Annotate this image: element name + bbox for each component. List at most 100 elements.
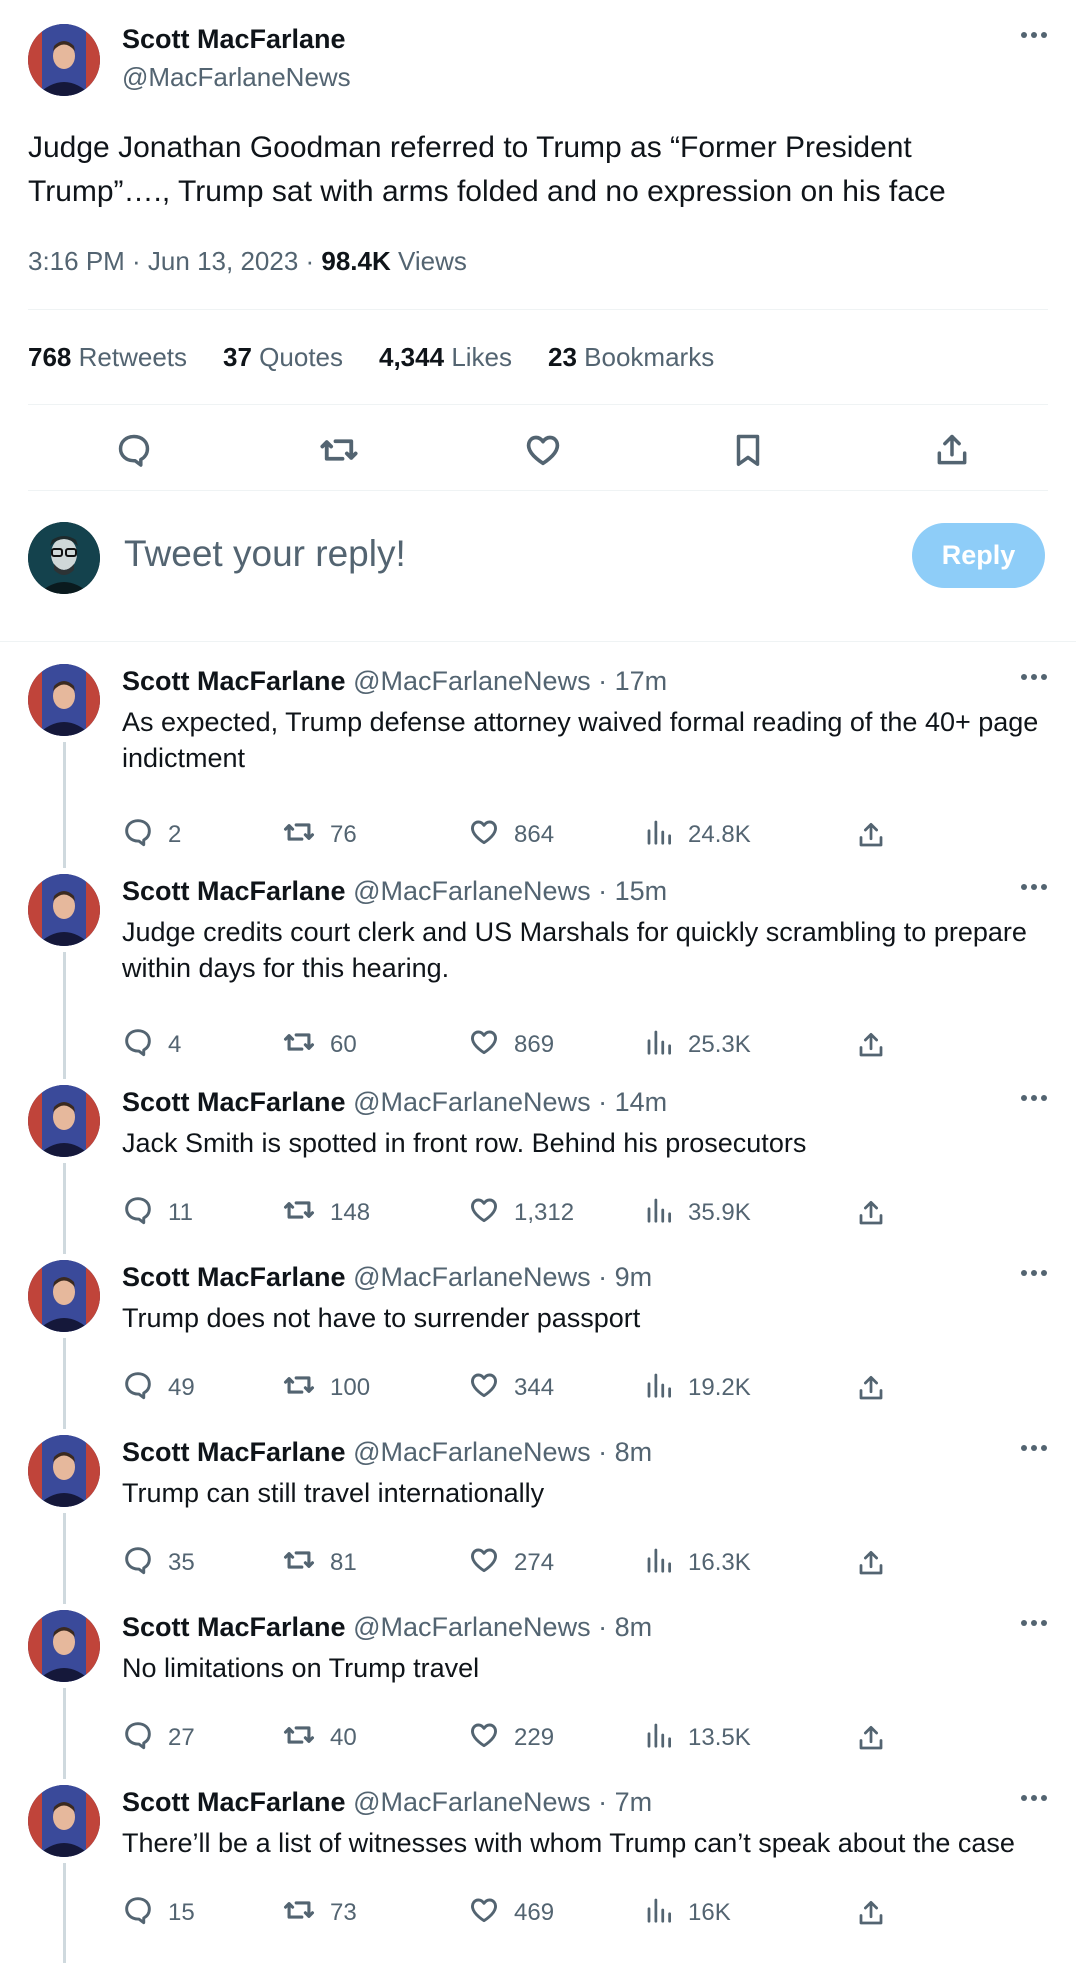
views-action[interactable]: 16.3K (644, 1545, 751, 1581)
retweet-icon[interactable] (282, 1893, 316, 1934)
more-icon[interactable] (1020, 1264, 1048, 1282)
retweet-icon[interactable] (282, 1368, 316, 1409)
retweet-icon[interactable] (282, 1193, 316, 1234)
thread-tweet[interactable]: Scott MacFarlane @MacFarlaneNews · 8m Tru… (0, 1435, 1076, 1609)
author-handle-time[interactable]: @MacFarlaneNews · 8m (353, 1612, 652, 1642)
retweet-action[interactable]: 148 (282, 1195, 370, 1231)
author-handle-time[interactable]: @MacFarlaneNews · 7m (353, 1787, 652, 1817)
retweet-icon[interactable] (315, 426, 363, 474)
more-icon[interactable] (1020, 1614, 1048, 1632)
author-avatar[interactable] (28, 874, 100, 946)
like-icon[interactable] (468, 1894, 500, 1933)
stat-likes[interactable]: 4,344 Likes (379, 342, 512, 373)
reply-action[interactable]: 35 (122, 1545, 195, 1581)
reply-action[interactable]: 2 (122, 817, 181, 853)
views-icon[interactable] (644, 1027, 674, 1064)
views-icon[interactable] (644, 1195, 674, 1232)
author-avatar[interactable] (28, 1260, 100, 1332)
thread-tweet[interactable]: Scott MacFarlane @MacFarlaneNews · 14m Ja… (0, 1085, 1076, 1259)
reply-icon[interactable] (122, 1194, 154, 1233)
like-action[interactable]: 469 (468, 1895, 554, 1931)
author-handle[interactable]: @MacFarlaneNews (122, 62, 351, 93)
like-action[interactable]: 864 (468, 817, 554, 853)
retweet-action[interactable]: 40 (282, 1720, 357, 1756)
more-icon[interactable] (1020, 1439, 1048, 1457)
author-name[interactable]: Scott MacFarlane (122, 666, 346, 696)
retweet-action[interactable]: 76 (282, 817, 357, 853)
views-icon[interactable] (644, 817, 674, 854)
author-avatar[interactable] (28, 664, 100, 736)
views-icon[interactable] (644, 1370, 674, 1407)
stat-retweets[interactable]: 768 Retweets (28, 342, 187, 373)
reply-action[interactable]: 4 (122, 1027, 181, 1063)
author-avatar[interactable] (28, 1435, 100, 1507)
like-action[interactable]: 869 (468, 1027, 554, 1063)
author-avatar[interactable] (28, 1610, 100, 1682)
more-icon[interactable] (1020, 26, 1048, 44)
views-action[interactable]: 19.2K (644, 1370, 751, 1406)
like-icon[interactable] (468, 1026, 500, 1065)
more-icon[interactable] (1020, 1089, 1048, 1107)
author-avatar[interactable] (28, 1085, 100, 1157)
stat-bookmarks[interactable]: 23 Bookmarks (548, 342, 714, 373)
retweet-action[interactable]: 60 (282, 1027, 357, 1063)
author-handle-time[interactable]: @MacFarlaneNews · 9m (353, 1262, 652, 1292)
like-icon[interactable] (468, 816, 500, 855)
like-action[interactable]: 229 (468, 1720, 554, 1756)
share-icon[interactable] (856, 1720, 886, 1756)
author-handle-time[interactable]: @MacFarlaneNews · 15m (353, 876, 667, 906)
reply-input[interactable]: Tweet your reply! (124, 533, 406, 575)
reply-button[interactable]: Reply (912, 523, 1045, 588)
views-icon[interactable] (644, 1545, 674, 1582)
reply-icon[interactable] (122, 1894, 154, 1933)
author-name[interactable]: Scott MacFarlane (122, 876, 346, 906)
author-name[interactable]: Scott MacFarlane (122, 1437, 346, 1467)
author-avatar[interactable] (28, 24, 100, 96)
thread-tweet[interactable]: Scott MacFarlane @MacFarlaneNews · 9m Tru… (0, 1260, 1076, 1434)
reply-action[interactable]: 27 (122, 1720, 195, 1756)
reply-icon[interactable] (122, 1719, 154, 1758)
reply-icon[interactable] (110, 426, 158, 474)
retweet-icon[interactable] (282, 1543, 316, 1584)
reply-action[interactable]: 49 (122, 1370, 195, 1406)
share-icon[interactable] (856, 1027, 886, 1063)
like-icon[interactable] (468, 1719, 500, 1758)
share-icon[interactable] (856, 817, 886, 853)
thread-tweet[interactable]: Scott MacFarlane @MacFarlaneNews · 15m Ju… (0, 874, 1076, 1058)
author-name[interactable]: Scott MacFarlane (122, 1787, 346, 1817)
like-icon[interactable] (468, 1194, 500, 1233)
share-icon[interactable] (856, 1195, 886, 1231)
like-action[interactable]: 274 (468, 1545, 554, 1581)
views-icon[interactable] (644, 1895, 674, 1932)
views-action[interactable]: 24.8K (644, 817, 751, 853)
retweet-action[interactable]: 81 (282, 1545, 357, 1581)
share-icon[interactable] (856, 1895, 886, 1931)
author-name[interactable]: Scott MacFarlane (122, 1262, 346, 1292)
thread-tweet[interactable]: Scott MacFarlane @MacFarlaneNews · 8m No … (0, 1610, 1076, 1784)
author-handle-time[interactable]: @MacFarlaneNews · 14m (353, 1087, 667, 1117)
author-avatar[interactable] (28, 1785, 100, 1857)
like-action[interactable]: 1,312 (468, 1195, 574, 1231)
like-action[interactable]: 344 (468, 1370, 554, 1406)
reply-icon[interactable] (122, 1369, 154, 1408)
author-handle-time[interactable]: @MacFarlaneNews · 17m (353, 666, 667, 696)
current-user-avatar[interactable] (28, 522, 100, 594)
retweet-action[interactable]: 100 (282, 1370, 370, 1406)
views-icon[interactable] (644, 1720, 674, 1757)
thread-tweet[interactable]: Scott MacFarlane @MacFarlaneNews · 17m As… (0, 664, 1076, 848)
retweet-icon[interactable] (282, 1718, 316, 1759)
views-action[interactable]: 35.9K (644, 1195, 751, 1231)
author-handle-time[interactable]: @MacFarlaneNews · 8m (353, 1437, 652, 1467)
reply-icon[interactable] (122, 816, 154, 855)
more-icon[interactable] (1020, 668, 1048, 686)
share-icon[interactable] (856, 1545, 886, 1581)
tweet-time[interactable]: 3:16 PM · Jun 13, 2023 · (28, 246, 321, 276)
views-action[interactable]: 16K (644, 1895, 731, 1931)
reply-icon[interactable] (122, 1544, 154, 1583)
author-name[interactable]: Scott MacFarlane (122, 1612, 346, 1642)
reply-action[interactable]: 15 (122, 1895, 195, 1931)
like-icon[interactable] (468, 1369, 500, 1408)
retweet-action[interactable]: 73 (282, 1895, 357, 1931)
views-action[interactable]: 13.5K (644, 1720, 751, 1756)
thread-tweet[interactable]: Scott MacFarlane @MacFarlaneNews · 7m The… (0, 1785, 1076, 1959)
